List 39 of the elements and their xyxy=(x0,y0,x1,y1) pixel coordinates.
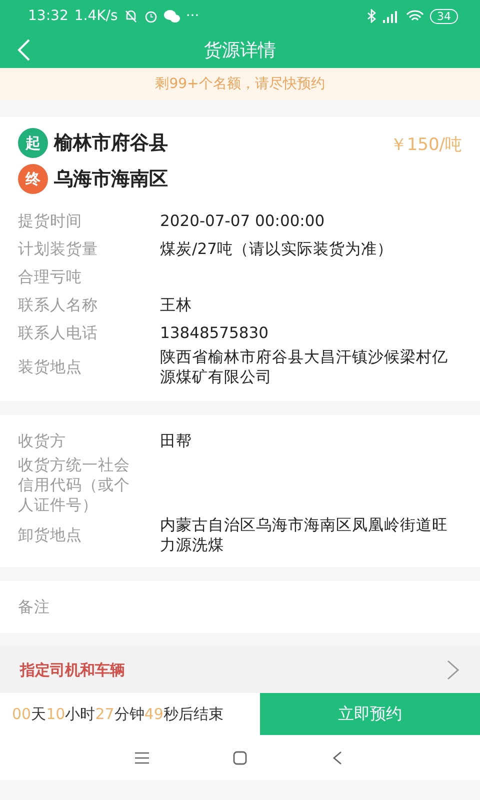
field-label: 联系人名称 xyxy=(18,295,99,315)
field-value: 王林 xyxy=(159,295,193,315)
book-now-button[interactable]: 立即预约 xyxy=(260,693,480,735)
start-tag: 起 xyxy=(18,128,48,158)
wifi-icon xyxy=(406,10,424,22)
end-tag: 终 xyxy=(18,164,48,194)
network-speed: 1.4K/s xyxy=(74,8,118,24)
chevron-icon xyxy=(446,659,460,681)
field-value: 内蒙古自治区乌海市海南区凤凰岭街道旺力源洗煤 xyxy=(159,515,449,555)
chat-icon xyxy=(164,10,180,22)
origin-city: 榆林市府谷县 xyxy=(54,131,168,156)
field-value: 陕西省榆林市府谷县大昌汗镇沙候梁村亿源煤矿有限公司 xyxy=(159,347,449,387)
field-value: 煤炭/27吨（请以实际装货为准） xyxy=(159,239,394,259)
alarm-icon xyxy=(144,9,158,23)
field-value: 13848575830 xyxy=(159,323,270,343)
field-label: 备注 xyxy=(18,597,51,617)
bluetooth-icon xyxy=(367,9,376,23)
field-label: 计划装货量 xyxy=(18,239,99,259)
field-value: 田帮 xyxy=(159,431,193,451)
field-label: 联系人电话 xyxy=(18,323,99,343)
bell-off-icon xyxy=(124,9,138,23)
page-title: 货源详情 xyxy=(204,39,276,62)
field-label: 合理亏吨 xyxy=(18,267,83,287)
field-label: 提货时间 xyxy=(18,211,83,231)
countdown-text: 00天10小时27分钟49秒后结束 xyxy=(11,704,224,725)
assign-driver-row[interactable]: 指定司机和车辆 xyxy=(0,647,480,693)
home-icon[interactable] xyxy=(231,748,249,766)
signal-icon xyxy=(382,10,400,22)
field-label: 收货方 xyxy=(18,431,67,451)
freight-price: ￥150/吨 xyxy=(390,134,462,156)
quota-notice: 剩99+个名额，请尽快预约 xyxy=(0,68,480,100)
more-indicator: ··· xyxy=(186,8,200,24)
field-label: 收货方统一社会信用代码（或个人证件号） xyxy=(18,455,131,515)
field-label: 装货地点 xyxy=(18,357,83,377)
status-time: 13:32 xyxy=(28,8,68,24)
battery-icon: 34 xyxy=(430,8,458,24)
field-value: 2020-07-07 00:00:00 xyxy=(159,211,326,231)
field-label: 卸货地点 xyxy=(18,525,83,545)
destination-city: 乌海市海南区 xyxy=(54,167,168,192)
